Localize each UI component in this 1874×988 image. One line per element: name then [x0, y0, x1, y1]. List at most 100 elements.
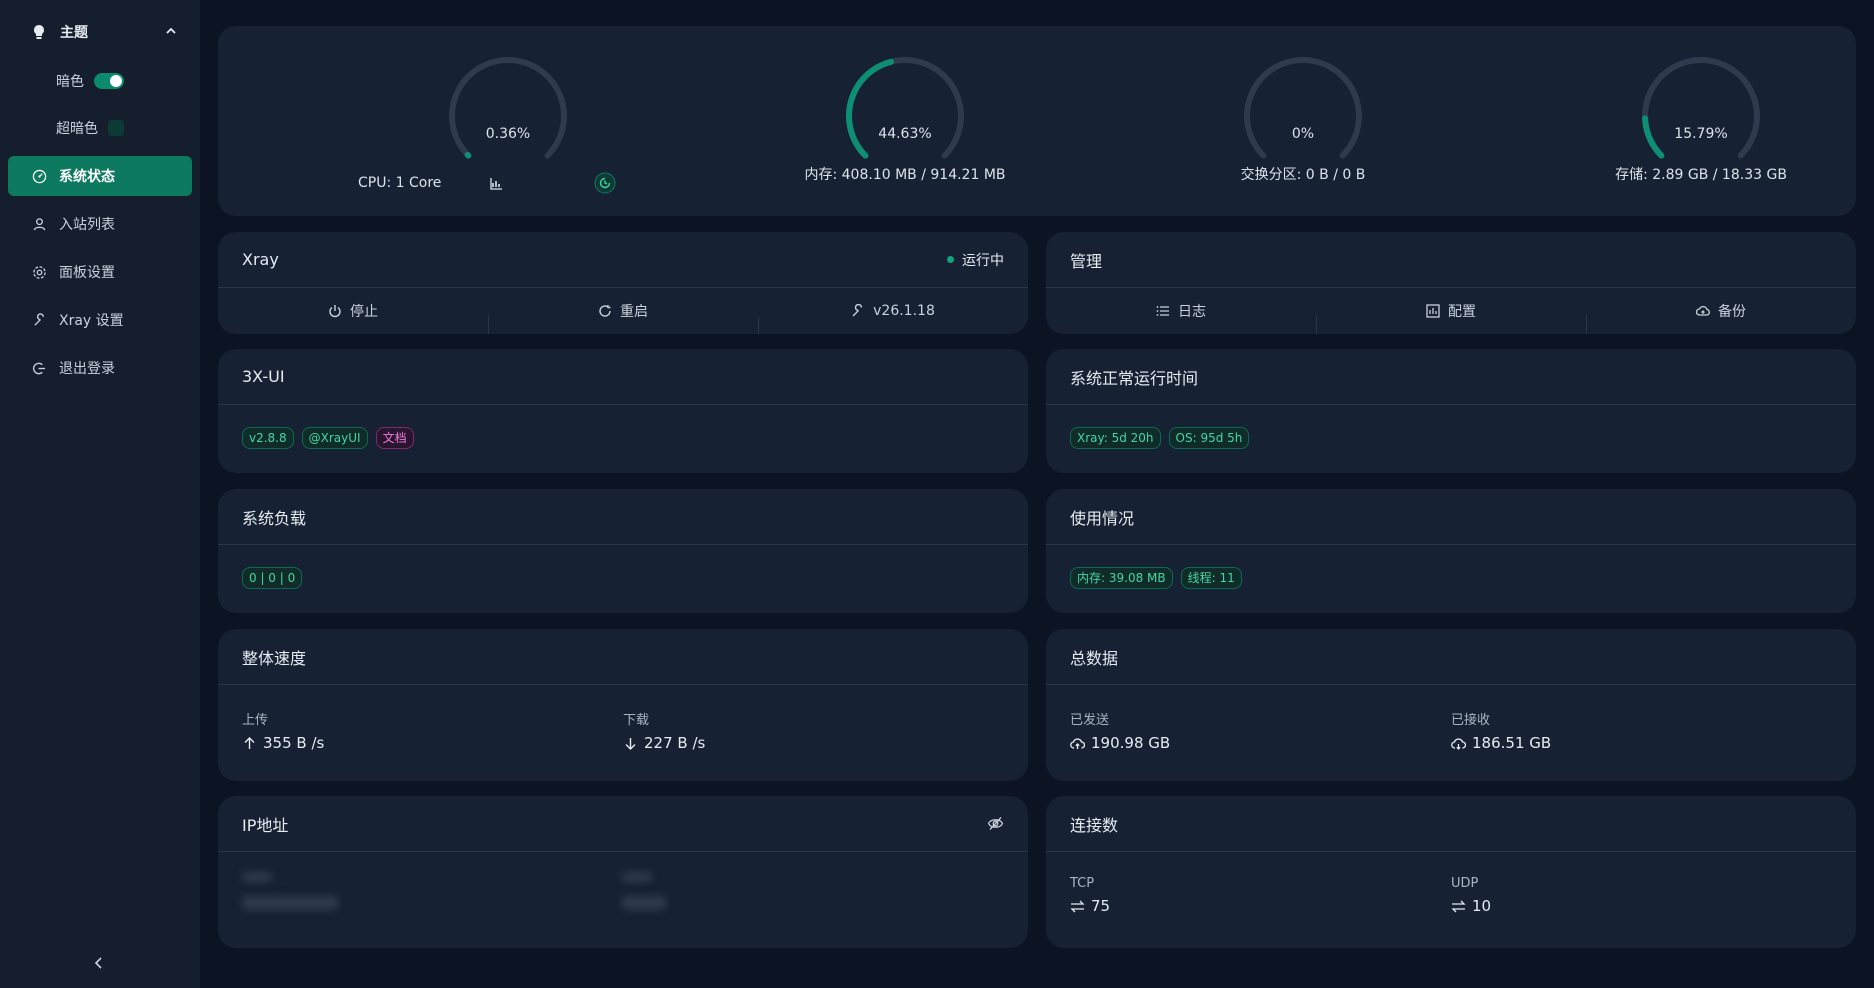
swap-gauge: 0% 交换分区: 0 B / 0 B [1153, 54, 1453, 184]
speed-title: 整体速度 [242, 648, 307, 668]
sidebar-item-label: 退出登录 [59, 361, 115, 377]
ultra-dark-checkbox[interactable] [108, 120, 124, 136]
ip-title: IP地址 [242, 815, 289, 835]
logout-icon [33, 362, 46, 374]
chart-icon[interactable] [490, 177, 503, 190]
swap-label: 交换分区: 0 B / 0 B [1240, 167, 1366, 183]
xray-uptime-tag: Xray: 5d 20h [1070, 427, 1161, 449]
dashboard-icon [32, 169, 47, 183]
cpu-label: CPU: 1 Core [358, 175, 442, 191]
received-label: 已接收 [1451, 713, 1491, 728]
arrow-up-icon [244, 736, 255, 749]
memory-gauge: 44.63% 内存: 408.10 MB / 914.21 MB [755, 54, 1055, 184]
sidebar-item-inbounds[interactable]: 入站列表 [8, 204, 192, 244]
memory-percent: 44.63% [878, 126, 932, 142]
user-icon [33, 217, 46, 230]
status-dot [947, 256, 954, 263]
total-title: 总数据 [1070, 648, 1119, 668]
ultra-dark-theme-row: 超暗色 [56, 113, 124, 143]
config-icon [1426, 304, 1440, 318]
telegram-tag[interactable]: @XrayUI [301, 427, 368, 449]
download-label: 下载 [623, 713, 650, 728]
upload-label: 上传 [242, 713, 269, 728]
threads-tag: 线程: 11 [1180, 567, 1242, 589]
usage-card: 使用情况 内存: 39.08 MB 线程: 11 [1046, 489, 1856, 613]
ipv4-label-blurred [242, 872, 272, 882]
upload-value: 355 B /s [263, 734, 325, 752]
sidebar-item-xray-settings[interactable]: Xray 设置 [8, 300, 192, 340]
sidebar-item-logout[interactable]: 退出登录 [8, 348, 192, 388]
version-tag[interactable]: v2.8.8 [242, 427, 294, 449]
cpu-gauge: 0.36% CPU: 1 Core [358, 54, 658, 194]
sidebar-item-label: 入站列表 [59, 217, 115, 233]
version-button-label: v26.1.18 [873, 303, 935, 319]
resource-gauges-card: 0.36% CPU: 1 Core 44.63% 内存: 408.10 MB /… [218, 26, 1856, 216]
ipv4-value-blurred [242, 896, 338, 910]
sidebar-item-panel-settings[interactable]: 面板设置 [8, 252, 192, 292]
gauge-fill [464, 151, 472, 159]
sidebar-item-system-status[interactable]: 系统状态 [8, 156, 192, 196]
ipv6-value-blurred [622, 896, 666, 910]
docs-tag[interactable]: 文档 [375, 427, 414, 449]
sidebar: 主题 暗色 超暗色 系统状态 入站列表 面板设置 Xray 设置 退出登录 [0, 0, 200, 988]
ipv6-label-blurred [622, 872, 652, 882]
system-load-card: 系统负载 0 | 0 | 0 [218, 489, 1028, 613]
memory-label: 内存: 408.10 MB / 914.21 MB [804, 167, 1006, 183]
udp-value: 10 [1472, 897, 1492, 915]
xray-title: Xray [242, 250, 279, 269]
bulb-icon [34, 25, 44, 39]
config-button[interactable]: 配置 [1316, 301, 1586, 334]
tcp-value: 75 [1091, 897, 1111, 915]
tcp-label: TCP [1070, 876, 1095, 891]
load-tag: 0 | 0 | 0 [242, 567, 303, 589]
memory-gauge-ring [846, 57, 964, 159]
storage-gauge: 15.79% 存储: 2.89 GB / 18.33 GB [1551, 54, 1851, 184]
stop-button[interactable]: 停止 [218, 301, 488, 321]
eye-invisible-icon[interactable] [987, 815, 1004, 832]
collapse-sidebar-icon[interactable] [92, 956, 106, 970]
swap-gauge-ring [1244, 57, 1362, 159]
connections-card: 连接数 TCP 75 UDP 10 [1046, 796, 1856, 948]
panel-title: 3X-UI [242, 367, 285, 386]
cpu-percent: 0.36% [485, 126, 531, 142]
xray-card: Xray 运行中 停止 重启 v26.1.18 [218, 232, 1028, 334]
dark-theme-row: 暗色 [56, 66, 124, 96]
list-icon [1156, 306, 1169, 316]
swap-arrows-icon [1451, 900, 1466, 912]
history-icon[interactable] [594, 172, 616, 194]
swap-percent: 0% [1291, 126, 1315, 142]
power-icon [329, 305, 341, 318]
xray-status: 运行中 [947, 250, 1004, 270]
arrow-down-icon [625, 737, 636, 750]
cloud-icon [1696, 305, 1710, 316]
storage-percent: 15.79% [1674, 126, 1728, 142]
cloud-download-icon [1451, 737, 1466, 750]
storage-label: 存储: 2.89 GB / 18.33 GB [1615, 167, 1787, 183]
logs-button-label: 日志 [1178, 304, 1206, 320]
ip-address-card: IP地址 [218, 796, 1028, 948]
backup-button[interactable]: 备份 [1586, 301, 1856, 334]
panel-info-card: 3X-UI v2.8.8 @XrayUI 文档 [218, 349, 1028, 473]
usage-title: 使用情况 [1070, 508, 1135, 528]
logs-button[interactable]: 日志 [1046, 301, 1316, 321]
storage-gauge-ring [1642, 57, 1760, 159]
memory-usage-tag: 内存: 39.08 MB [1070, 567, 1173, 589]
sent-label: 已发送 [1070, 713, 1110, 728]
sidebar-item-label: 面板设置 [59, 265, 115, 281]
theme-menu-header[interactable]: 主题 [8, 12, 192, 52]
config-button-label: 配置 [1448, 304, 1476, 320]
restart-button[interactable]: 重启 [488, 301, 758, 334]
gear-icon [33, 265, 46, 279]
download-value: 227 B /s [644, 734, 706, 752]
connections-title: 连接数 [1070, 815, 1119, 835]
uptime-card: 系统正常运行时间 Xray: 5d 20h OS: 95d 5h [1046, 349, 1856, 473]
total-data-card: 总数据 已发送 190.98 GB 已接收 186.51 GB [1046, 629, 1856, 781]
dark-toggle[interactable] [94, 73, 124, 89]
ultra-dark-label: 超暗色 [56, 121, 98, 137]
theme-label: 主题 [60, 25, 88, 41]
version-button[interactable]: v26.1.18 [758, 303, 1028, 334]
manage-card: 管理 日志 配置 备份 [1046, 232, 1856, 334]
cpu-gauge-ring [449, 57, 567, 159]
stop-button-label: 停止 [350, 304, 378, 320]
received-value: 186.51 GB [1472, 734, 1552, 752]
